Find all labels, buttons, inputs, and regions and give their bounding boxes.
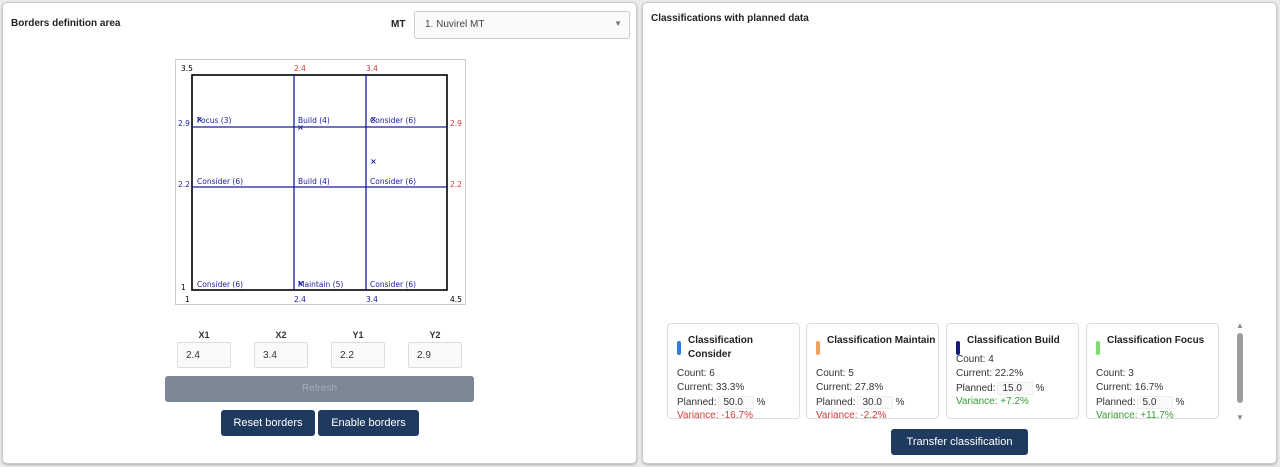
x2-label: X2: [275, 330, 287, 340]
y1-label: Y1: [352, 330, 364, 340]
card-color-bar: [1096, 341, 1100, 355]
planned-input[interactable]: 50.0: [718, 396, 755, 409]
mt-select-value: 1. Nuvirel MT: [425, 19, 485, 30]
card-planned-row: Planned: 5.0%: [1096, 396, 1184, 409]
transfer-classification-button[interactable]: Transfer classification: [891, 429, 1028, 455]
card-count: Count: 3: [1096, 368, 1134, 379]
card-variance: Variance: +7.2%: [956, 396, 1029, 407]
top-label-x1: 2.4: [294, 64, 306, 73]
card-title: Classification Focus: [1107, 335, 1205, 346]
enable-borders-button[interactable]: Enable borders: [318, 410, 419, 436]
cell-label: Consider (6): [197, 177, 243, 186]
panel-title: Classifications with planned data: [651, 13, 809, 24]
percent-sign: %: [1035, 383, 1045, 395]
left-label-y1: 2.2: [178, 180, 190, 189]
data-point-marker: ×: [297, 279, 304, 288]
x1-label: X1: [198, 330, 210, 340]
card-count: Count: 6: [677, 368, 715, 379]
reset-borders-button[interactable]: Reset borders: [221, 410, 315, 436]
data-point-marker: ×: [297, 123, 304, 132]
card-planned-row: Planned: 30.0%: [816, 396, 904, 409]
borders-plot-svg: 3.5 2.4 3.4 1 2.4 3.4 4.5 2.9 2.2 1 2.9 …: [178, 64, 462, 304]
planned-label: Planned:: [677, 397, 717, 409]
card-variance: Variance: +11.7%: [1096, 410, 1174, 419]
planned-input[interactable]: 15.0: [997, 382, 1034, 395]
cards-scrollbar[interactable]: ▲ ▼: [1234, 321, 1246, 422]
cell-label: Build (4): [298, 177, 330, 186]
card-variance: Variance: -2.2%: [816, 410, 887, 419]
percent-sign: %: [756, 397, 766, 409]
data-point-marker: ×: [196, 115, 203, 124]
scrollbar-thumb[interactable]: [1237, 333, 1243, 403]
bottom-label-x2: 3.4: [366, 295, 378, 304]
card-current: Current: 27.8%: [816, 382, 884, 393]
y2-input[interactable]: 2.9: [408, 342, 462, 368]
y1-input[interactable]: 2.2: [331, 342, 385, 368]
card-color-bar: [816, 341, 820, 355]
bottom-label-x1: 2.4: [294, 295, 306, 304]
card-current: Current: 33.3%: [677, 382, 745, 393]
planned-label: Planned:: [1096, 397, 1136, 409]
scroll-down-icon[interactable]: ▼: [1234, 413, 1246, 422]
planned-input[interactable]: 5.0: [1137, 396, 1174, 409]
card-planned-row: Planned: 50.0%: [677, 396, 765, 409]
classifications-panel: Classifications with planned data Classi…: [642, 2, 1277, 464]
card-title: Classification Build: [967, 335, 1060, 346]
x1-input[interactable]: 2.4: [177, 342, 231, 368]
refresh-button[interactable]: Refresh: [165, 376, 474, 402]
chevron-down-icon: ▼: [614, 19, 622, 28]
card-color-bar: [956, 341, 960, 355]
card-count: Count: 5: [816, 368, 854, 379]
borders-panel: Borders definition area MT 1. Nuvirel MT…: [2, 2, 637, 464]
data-point-marker: ×: [370, 157, 377, 166]
cell-label: Consider (6): [370, 177, 416, 186]
mt-label: MT: [391, 19, 406, 30]
card-color-bar: [677, 341, 681, 355]
card-planned-row: Planned: 15.0%: [956, 382, 1044, 395]
card-current: Current: 22.2%: [956, 368, 1024, 379]
card-title: Classification Maintain: [827, 335, 936, 346]
right-label-y1: 2.2: [450, 180, 462, 189]
panel-title: Borders definition area: [11, 18, 121, 29]
left-label-y2: 2.9: [178, 119, 190, 128]
card-variance: Variance: -16.7%: [677, 410, 753, 419]
cell-label: Consider (6): [370, 280, 416, 289]
cell-label: Maintain (5): [298, 280, 343, 289]
y2-label: Y2: [429, 330, 441, 340]
left-label-min: 1: [181, 283, 186, 292]
cell-label: Consider (6): [370, 116, 416, 125]
classification-card: Classification Build Count: 4 Current: 2…: [946, 323, 1079, 419]
cell-label: Consider (6): [197, 280, 243, 289]
borders-plot[interactable]: 3.5 2.4 3.4 1 2.4 3.4 4.5 2.9 2.2 1 2.9 …: [175, 59, 466, 305]
classification-card: Classification Maintain Count: 5 Current…: [806, 323, 939, 419]
data-point-marker: ×: [370, 115, 377, 124]
top-label-x2: 3.4: [366, 64, 378, 73]
bottom-label-min: 1: [185, 295, 190, 304]
percent-sign: %: [1175, 397, 1185, 409]
card-title: Classification Consider: [688, 335, 754, 360]
bottom-label-max: 4.5: [450, 295, 462, 304]
classification-card: Classification Consider Count: 6 Current…: [667, 323, 800, 419]
mt-select[interactable]: 1. Nuvirel MT ▼: [414, 11, 630, 39]
scroll-up-icon[interactable]: ▲: [1234, 321, 1246, 330]
planned-input[interactable]: 30.0: [857, 396, 894, 409]
card-current: Current: 16.7%: [1096, 382, 1164, 393]
classification-card: Classification Focus Count: 3 Current: 1…: [1086, 323, 1219, 419]
x2-input[interactable]: 3.4: [254, 342, 308, 368]
right-label-y2: 2.9: [450, 119, 462, 128]
planned-label: Planned:: [956, 383, 996, 395]
top-label-max: 3.5: [181, 64, 193, 73]
percent-sign: %: [895, 397, 905, 409]
planned-label: Planned:: [816, 397, 856, 409]
card-count: Count: 4: [956, 354, 994, 365]
